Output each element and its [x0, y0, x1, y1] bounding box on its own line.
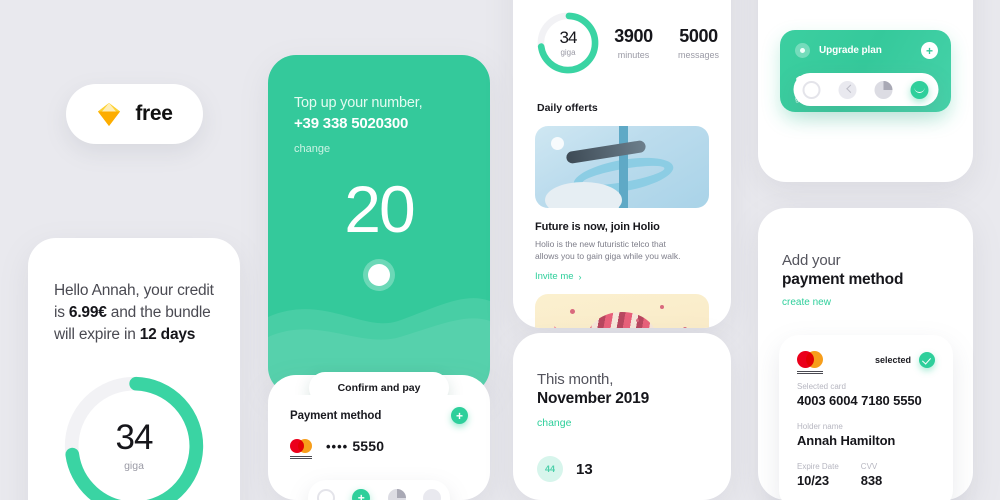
holder-name-label: Holder name	[797, 422, 843, 431]
payment-method-title: Payment method	[290, 409, 382, 422]
invite-me-label: Invite me	[535, 271, 574, 282]
add-icon[interactable]	[838, 80, 857, 99]
this-month-value: November 2019	[537, 390, 649, 407]
stat-minutes-label: minutes	[617, 50, 650, 60]
credit-card: Hello Annah, your credit is 6.99€ and th…	[28, 238, 240, 500]
topup-change-link[interactable]: change	[294, 143, 464, 155]
chevron-right-icon: ›	[578, 271, 582, 282]
usage-stats-row: 34 giga 3900 minutes 5000 messages	[513, 0, 731, 76]
credit-amount: 6.99€	[68, 304, 107, 321]
topup-header: Top up your number, +39 338 5020300 chan…	[268, 55, 490, 155]
cvv-label: CVV	[860, 462, 878, 471]
add-payment-method-button[interactable]: +	[451, 407, 468, 424]
dashboard-giga-value: 34	[559, 28, 578, 47]
cvv-field: CVV 838	[861, 448, 882, 488]
screen: free Hello Annah, your credit is 6.99€ a…	[0, 0, 1000, 500]
profile-icon[interactable]	[910, 80, 929, 99]
add-payment-lead: Add your	[782, 252, 841, 269]
offer-title: Future is now, join Holio	[535, 221, 660, 233]
giga-ring: 34 giga	[58, 370, 210, 500]
topup-amount: 20	[344, 172, 415, 246]
card-last4: 5550	[352, 438, 385, 454]
offer-desc-line-1: Holio is the new futuristic telco that	[535, 239, 666, 249]
month-row-number: 13	[576, 460, 593, 478]
free-badge[interactable]: free	[66, 84, 203, 144]
chart-icon[interactable]	[874, 80, 893, 99]
daily-offers-title: Daily offerts	[537, 102, 598, 114]
confirm-and-pay-button[interactable]: Confirm and pay	[309, 372, 449, 395]
stat-messages: 5000 messages	[666, 26, 731, 60]
upgrade-plan-card: Upgrade plan + 100 giga Unlimited minute…	[758, 0, 973, 182]
upgrade-plan-title: Upgrade plan	[819, 45, 882, 56]
dashboard-card: 34 giga 3900 minutes 5000 messages Daily…	[513, 0, 731, 328]
dashboard-giga-unit: giga	[560, 48, 576, 57]
home-icon[interactable]	[802, 80, 821, 99]
this-month-card: This month, November 2019 change 44 13	[513, 333, 731, 500]
credit-days: 12 days	[139, 326, 196, 343]
stat-minutes: 3900 minutes	[601, 26, 666, 60]
offer-image-blue[interactable]	[535, 126, 709, 208]
dashboard-giga-ring: 34 giga	[535, 10, 601, 76]
mastercard-logo-icon	[290, 439, 312, 459]
offer-image-warm[interactable]	[535, 294, 709, 328]
selected-label: selected	[874, 354, 911, 365]
topup-number: +39 338 5020300	[294, 115, 409, 132]
chart-icon[interactable]	[387, 489, 406, 500]
stat-messages-value: 5000	[679, 26, 718, 46]
month-row-badge: 44	[537, 456, 563, 482]
profile-icon[interactable]	[423, 489, 442, 500]
greeting-line-2-pre: is	[54, 304, 69, 321]
stat-minutes-value: 3900	[614, 26, 653, 46]
offer-description: Holio is the new futuristic telco that a…	[513, 233, 731, 262]
this-month-lead: This month,	[537, 371, 614, 388]
amount-slider-handle[interactable]	[368, 264, 390, 286]
greeting-line-3-pre: will expire in	[54, 326, 140, 343]
selected-card-number[interactable]: 4003 6004 7180 5550	[797, 393, 935, 408]
greeting-line-1: Hello Annah, your credit	[54, 282, 214, 299]
giga-ring-center: 34 giga	[58, 370, 210, 500]
upgrade-bottom-nav-bar[interactable]	[793, 73, 938, 106]
credit-greeting: Hello Annah, your credit is 6.99€ and th…	[54, 280, 214, 346]
this-month-change-link[interactable]: change	[513, 408, 731, 429]
expire-date-value[interactable]: 10/23	[797, 473, 839, 488]
add-payment-value: payment method	[782, 271, 904, 288]
saved-card-row[interactable]: •••• 5550	[268, 424, 490, 459]
free-label: free	[135, 102, 173, 125]
upgrade-add-button[interactable]: +	[921, 42, 938, 59]
sparkle-icon	[795, 43, 810, 58]
topup-title: Top up your number,	[294, 95, 423, 111]
bottom-nav-bar[interactable]: +	[308, 480, 450, 500]
selected-card-label: Selected card	[797, 382, 846, 391]
holder-name-value[interactable]: Annah Hamilton	[797, 433, 935, 448]
card-mask-dots: ••••	[326, 439, 349, 454]
invite-me-link[interactable]: Invite me ›	[513, 262, 731, 282]
expire-date-field: Expire Date 10/23	[797, 448, 839, 488]
offer-desc-line-2: allows you to gain giga while you walk.	[535, 251, 681, 261]
add-icon[interactable]: +	[352, 489, 371, 500]
selected-indicator[interactable]: selected	[874, 351, 935, 368]
giga-value: 34	[115, 418, 154, 457]
topup-card: Top up your number, +39 338 5020300 chan…	[268, 55, 490, 395]
selected-card-detail: selected Selected card 4003 6004 7180 55…	[779, 335, 953, 500]
stat-messages-label: messages	[677, 50, 720, 60]
create-new-link[interactable]: create new	[758, 289, 973, 308]
greeting-line-2-post: and the bundle	[106, 304, 211, 321]
card-masked-number: •••• 5550	[326, 438, 384, 454]
expire-date-label: Expire Date	[797, 462, 839, 471]
cvv-value[interactable]: 838	[861, 473, 882, 488]
check-icon	[919, 351, 935, 368]
this-month-row: 44 13	[513, 429, 731, 482]
giga-unit: giga	[124, 460, 144, 472]
sketch-diamond-icon	[98, 102, 121, 126]
home-icon[interactable]	[316, 489, 335, 500]
mastercard-logo-icon	[797, 351, 823, 374]
